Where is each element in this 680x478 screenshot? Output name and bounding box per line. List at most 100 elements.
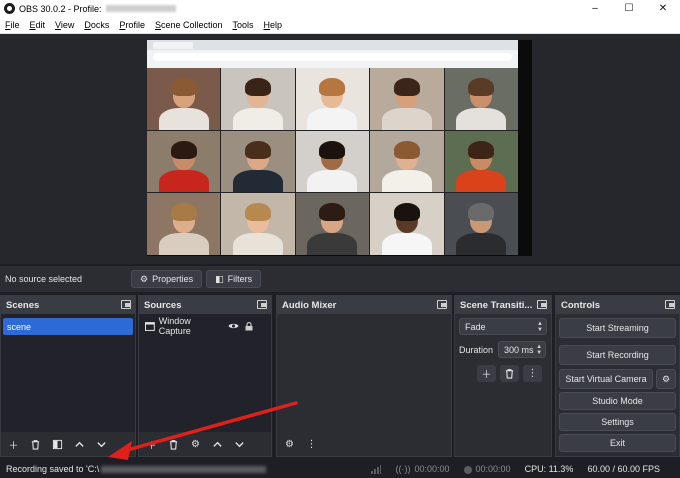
undock-icon[interactable]: [537, 300, 547, 309]
audio-mixer-dock: Audio Mixer ⚙ ⋮: [276, 295, 452, 457]
undock-icon[interactable]: [665, 300, 675, 309]
audio-mixer-title: Audio Mixer: [282, 299, 337, 311]
undock-icon[interactable]: [257, 300, 267, 309]
add-source-button[interactable]: ＋: [142, 435, 161, 453]
menu-edit[interactable]: Edit: [25, 17, 51, 34]
preview-canvas[interactable]: [147, 40, 532, 256]
trash-icon: [505, 369, 514, 379]
window-controls: – ☐ ✕: [578, 0, 680, 17]
trash-icon: [31, 439, 40, 450]
streaming-status-icon: ((·)): [395, 464, 411, 474]
move-scene-down-button[interactable]: [92, 435, 111, 453]
window-title: OBS 30.0.2 - Profile:: [19, 3, 102, 14]
duration-spinbox[interactable]: 300 ms ▲ ▼: [498, 341, 547, 358]
move-scene-up-button[interactable]: [70, 435, 89, 453]
profile-name-redacted: [105, 5, 176, 12]
spinner-arrows-icon: ▲ ▼: [536, 344, 543, 356]
undock-icon[interactable]: [121, 300, 131, 309]
remove-source-button[interactable]: [164, 435, 183, 453]
filter-icon: ◧: [215, 273, 224, 284]
menu-bar: File Edit View Docks Profile Scene Colle…: [0, 17, 680, 34]
video-tile: [147, 68, 221, 130]
video-tile: [221, 193, 295, 255]
preview-area: [0, 34, 680, 264]
record-status-icon: [463, 465, 472, 474]
maximize-button[interactable]: ☐: [612, 0, 646, 17]
source-properties-button[interactable]: ⚙: [186, 435, 205, 453]
studio-mode-button[interactable]: Studio Mode: [559, 392, 676, 410]
video-tile: [444, 68, 518, 130]
scenes-title: Scenes: [6, 299, 40, 311]
virtual-camera-settings-button[interactable]: ⚙: [656, 369, 676, 389]
start-streaming-button[interactable]: Start Streaming: [559, 318, 676, 338]
trash-icon: [169, 439, 178, 450]
transition-select[interactable]: Fade ▲ ▼: [459, 318, 547, 335]
add-transition-button[interactable]: ＋: [477, 365, 496, 382]
menu-scene-collection[interactable]: Scene Collection: [150, 17, 228, 34]
fps-readout: 60.00 / 60.00 FPS: [587, 464, 660, 474]
settings-button[interactable]: Settings: [559, 413, 676, 431]
spinner-arrows-icon: ▲ ▼: [537, 321, 543, 333]
video-tile: [147, 193, 221, 255]
record-time: 00:00:00: [475, 464, 511, 474]
chevron-down-icon: [235, 441, 244, 447]
controls-dock: Controls Start Streaming Start Recording…: [555, 295, 680, 457]
move-source-down-button[interactable]: [230, 435, 249, 453]
duration-label: Duration: [459, 344, 494, 355]
minimize-button[interactable]: –: [578, 0, 612, 17]
video-tile: [147, 130, 221, 193]
video-tile: [370, 193, 444, 255]
status-bar: Recording saved to 'C:\ ((·)) 00:00:00 00…: [0, 460, 680, 478]
move-source-up-button[interactable]: [208, 435, 227, 453]
undock-icon[interactable]: [437, 300, 447, 309]
start-recording-button[interactable]: Start Recording: [559, 345, 676, 365]
add-scene-button[interactable]: ＋: [4, 435, 23, 453]
no-source-label: No source selected: [5, 274, 83, 284]
video-tile: [221, 68, 295, 130]
menu-help[interactable]: Help: [259, 17, 288, 34]
gears-icon: ⚙: [285, 438, 294, 450]
advanced-audio-button[interactable]: ⚙: [280, 435, 299, 453]
source-item[interactable]: Window Capture: [141, 316, 269, 336]
menu-file[interactable]: File: [0, 17, 25, 34]
remove-scene-button[interactable]: [26, 435, 45, 453]
properties-button[interactable]: ⚙ Properties: [131, 270, 203, 288]
menu-tools[interactable]: Tools: [228, 17, 259, 34]
eye-icon[interactable]: [228, 322, 239, 330]
menu-docks[interactable]: Docks: [79, 17, 114, 34]
audio-mixer-area: [277, 314, 451, 432]
signal-bars-icon: [371, 464, 382, 474]
mixer-menu-button[interactable]: ⋮: [302, 435, 321, 453]
video-tile: [444, 193, 518, 255]
lock-icon[interactable]: [245, 321, 253, 331]
recording-saved-message: Recording saved to 'C:\: [6, 464, 100, 474]
remove-transition-button[interactable]: [500, 365, 519, 382]
video-tile: [370, 68, 444, 130]
sources-title: Sources: [144, 299, 182, 311]
more-vertical-icon: ⋮: [527, 368, 538, 379]
chevron-up-icon: [213, 441, 222, 447]
scene-item[interactable]: scene: [3, 318, 133, 335]
menu-view[interactable]: View: [50, 17, 79, 34]
video-tile: [370, 130, 444, 193]
filter-icon: [52, 439, 63, 449]
scene-transitions-title: Scene Transiti...: [460, 299, 533, 311]
filters-button[interactable]: ◧ Filters: [206, 270, 262, 288]
start-virtual-camera-button[interactable]: Start Virtual Camera: [559, 369, 653, 389]
transition-menu-button[interactable]: ⋮: [523, 365, 542, 382]
more-vertical-icon: ⋮: [306, 438, 317, 450]
scene-transitions-dock: Scene Transiti... Fade ▲ ▼ Duration 300 m…: [454, 295, 552, 457]
window-capture-icon: [145, 321, 155, 331]
video-tile: [221, 130, 295, 193]
gear-icon: ⚙: [661, 373, 671, 384]
close-button[interactable]: ✕: [646, 0, 680, 17]
sources-dock: Sources Window Capture ＋ ⚙: [138, 295, 272, 457]
video-tile: [444, 130, 518, 193]
captured-browser-window: [147, 40, 518, 68]
video-tile: [295, 130, 370, 193]
scene-filters-button[interactable]: [48, 435, 67, 453]
menu-profile[interactable]: Profile: [114, 17, 150, 34]
exit-button[interactable]: Exit: [559, 434, 676, 452]
gear-icon: ⚙: [140, 273, 149, 284]
scenes-dock: Scenes scene ＋: [0, 295, 136, 457]
